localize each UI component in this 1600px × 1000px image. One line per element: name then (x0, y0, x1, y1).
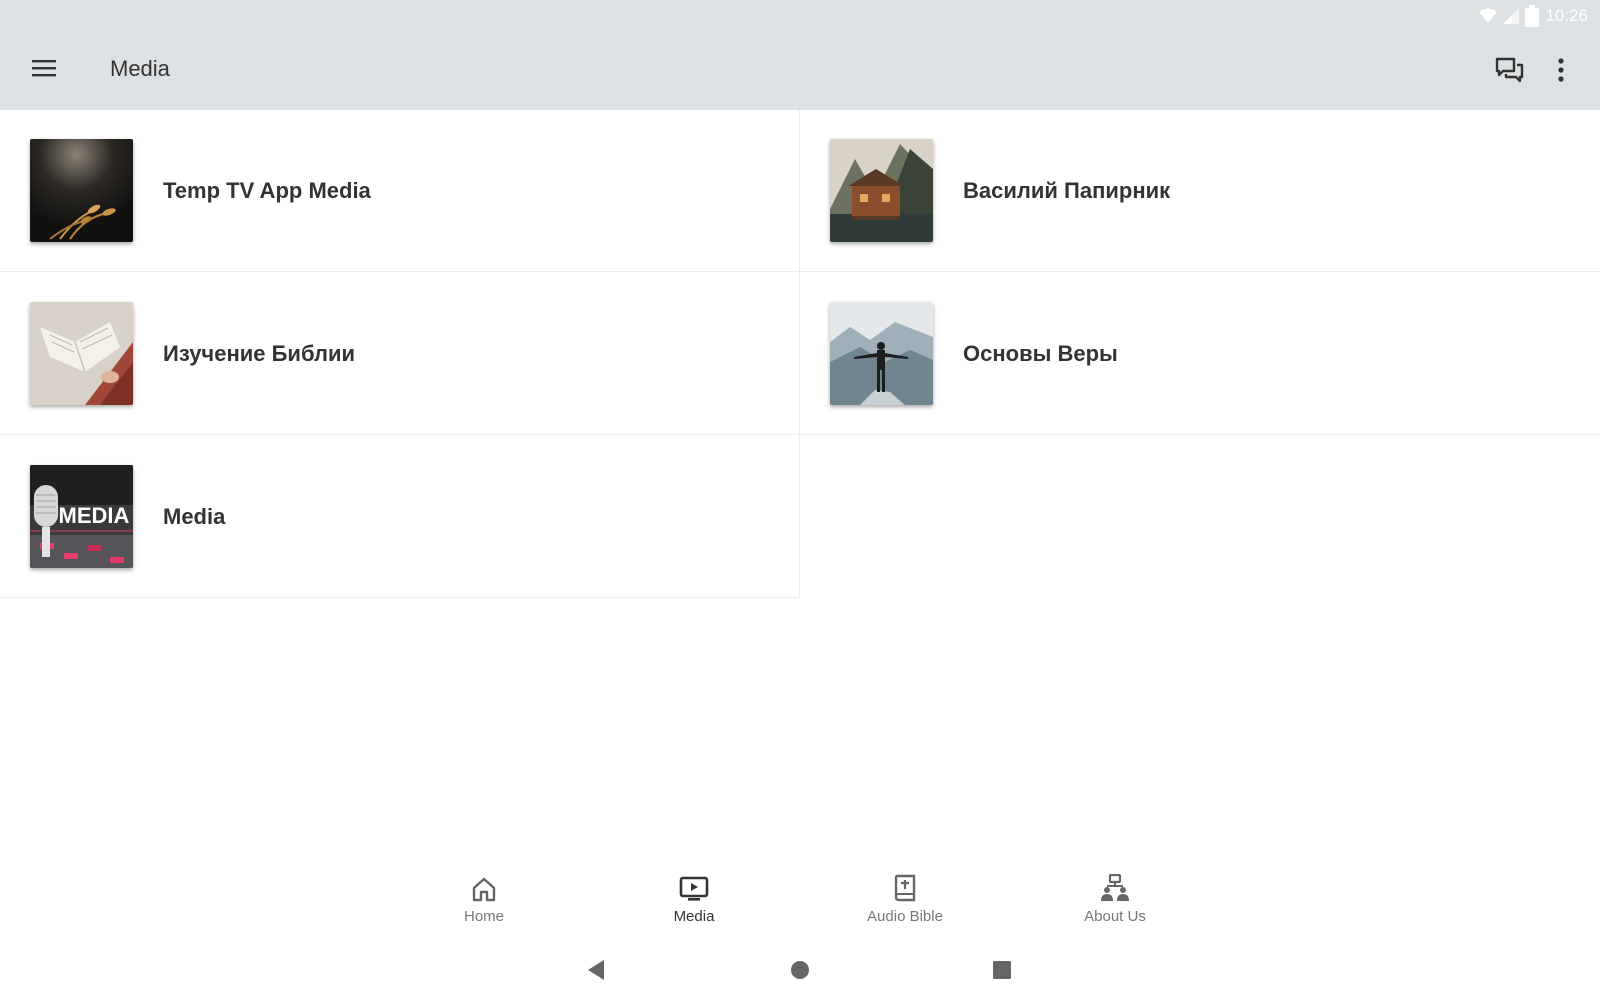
status-bar: 10:26 (1479, 4, 1588, 28)
app-bar: 10:26 Media (0, 0, 1600, 110)
nav-item-about-us[interactable]: About Us (1035, 870, 1195, 934)
tile-label: Изучение Библии (163, 340, 356, 366)
reading-book-photo (30, 302, 133, 405)
nav-item-media[interactable]: Media (614, 870, 774, 934)
home-circle-icon (791, 961, 809, 979)
battery-icon (1525, 5, 1540, 27)
nav-item-audio-bible[interactable]: Audio Bible (825, 870, 985, 934)
chat-icon (1495, 57, 1524, 83)
tile-label: Основы Веры (963, 340, 1118, 366)
status-time: 10:26 (1545, 6, 1588, 25)
media-tile-faith-basics[interactable]: Основы Веры (800, 273, 1600, 435)
signal-icon (1503, 8, 1520, 24)
back-icon (588, 960, 604, 980)
microphone-media-photo: MEDIA (30, 465, 133, 568)
nav-label: About Us (1084, 908, 1146, 925)
chat-button[interactable] (1490, 52, 1530, 88)
system-navigation (0, 950, 1600, 990)
tile-label: Media (163, 503, 226, 529)
wifi-icon (1479, 8, 1498, 23)
nav-item-home[interactable]: Home (404, 870, 564, 934)
media-tile-temp-tv[interactable]: Temp TV App Media (0, 110, 800, 272)
mountain-man-photo (830, 302, 933, 405)
bottom-navigation: Home Media Audio Bible About Us (0, 870, 1600, 934)
dark-wheat-photo (30, 139, 133, 242)
recents-icon (993, 961, 1011, 979)
media-tile-bible-study[interactable]: Изучение Библии (0, 273, 800, 435)
lake-cabin-photo (830, 139, 933, 242)
home-icon (472, 877, 496, 902)
nav-label: Media (673, 908, 715, 925)
nav-label: Audio Bible (867, 908, 943, 925)
back-button[interactable] (584, 958, 608, 982)
people-org-icon (1101, 874, 1129, 901)
media-tile-media[interactable]: MEDIA Media (0, 436, 800, 598)
home-system-button[interactable] (788, 958, 812, 982)
media-tile-vasily[interactable]: Василий Папирник (800, 110, 1600, 272)
bible-icon (894, 874, 916, 902)
hamburger-menu-icon (32, 60, 56, 77)
tv-play-icon (679, 876, 709, 901)
nav-label: Home (463, 908, 504, 925)
menu-button[interactable] (26, 50, 62, 86)
more-options-button[interactable] (1545, 52, 1577, 88)
more-vert-icon (1558, 58, 1564, 82)
tile-label: Василий Папирник (963, 177, 1171, 203)
recents-button[interactable] (990, 958, 1014, 982)
page-title: Media (110, 56, 170, 81)
thumb-media-text: MEDIA (59, 503, 130, 528)
tile-label: Temp TV App Media (163, 177, 371, 203)
